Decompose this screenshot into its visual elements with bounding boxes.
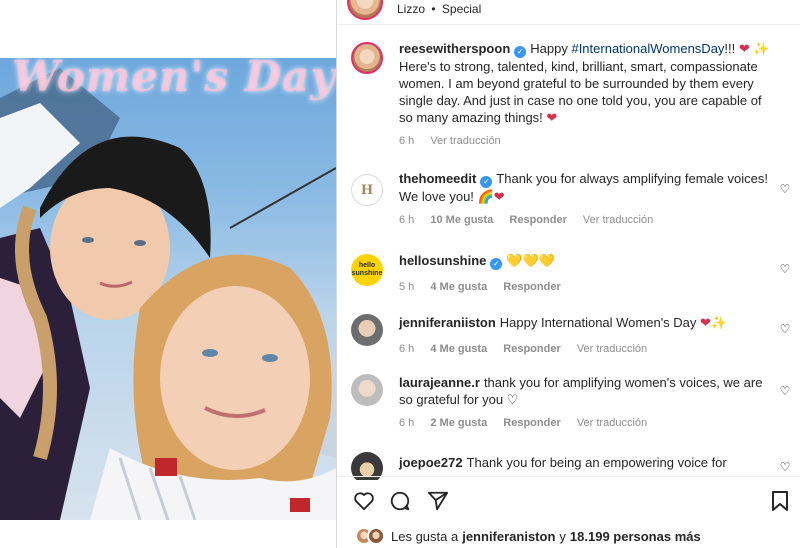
verified-badge-icon: ✓ [514, 46, 527, 58]
post-side-panel: Lizzo • Special reesewitherspoon ✓ Happy #… [337, 0, 800, 548]
audio-label[interactable]: Lizzo • Special [397, 2, 481, 16]
verified-badge-icon: ✓ [490, 258, 503, 270]
verified-badge-icon: ✓ [480, 176, 493, 188]
comment-like-heart-icon[interactable]: ♡ [778, 322, 792, 336]
audio-artist: Lizzo [397, 2, 426, 16]
comment-username[interactable]: jenniferaniiston [399, 315, 496, 330]
comment-time: 5 h [399, 281, 415, 293]
rainbow-heart-emoji-icon: 🌈❤ [477, 190, 505, 205]
author-avatar[interactable] [347, 0, 383, 20]
comment-translate-link[interactable]: Ver traducción [583, 214, 653, 226]
save-bookmark-icon[interactable] [767, 488, 793, 514]
comment-translate-link[interactable]: Ver traducción [577, 343, 647, 355]
comment-likes[interactable]: 2 Me gusta [430, 417, 487, 429]
comment-time: 6 h [399, 417, 415, 429]
caption-body: reesewitherspoon ✓ Happy #InternationalWom… [399, 40, 774, 150]
caption-hashtag[interactable]: #InternationalWomensDay [571, 41, 724, 56]
comment-reply-button[interactable]: Responder [503, 417, 560, 429]
womens-day-overlay-text: Women's Day [12, 52, 336, 101]
comment-reply-button[interactable]: Responder [503, 281, 560, 293]
comment-time: 6 h [399, 214, 415, 226]
comment-likes[interactable]: 10 Me gusta [430, 214, 493, 226]
jenniferaniiston-avatar[interactable] [351, 314, 383, 346]
comment-reply-button[interactable]: Responder [503, 343, 560, 355]
comment-body: jenniferaniiston Happy International Wome… [399, 314, 774, 358]
likes-count[interactable]: 18.199 personas más [570, 529, 701, 544]
audio-separator: • [431, 2, 436, 16]
heart-emoji-icon: ❤ [546, 111, 558, 126]
likes-user[interactable]: jenniferaniston [462, 529, 555, 544]
caption-username[interactable]: reesewitherspoon [399, 41, 510, 56]
comment-body: thehomeedit ✓ Thank you for always amplify… [399, 170, 774, 229]
comment-username[interactable]: joepoe272 [399, 455, 463, 470]
comment-username[interactable]: laurajeanne.r [399, 375, 480, 390]
photo-scene [0, 68, 336, 520]
comment-like-heart-icon[interactable]: ♡ [778, 262, 792, 276]
post-header: Lizzo • Special [337, 0, 800, 20]
caption-text-rest: Here's to strong, talented, kind, brilli… [399, 59, 762, 125]
caption-translate-link[interactable]: Ver traducción [430, 135, 500, 147]
comment-text: Thank you for being an empowering voice … [466, 455, 727, 470]
heart-sparkles-emoji-icon: ❤✨ [700, 316, 728, 331]
comment-likes[interactable]: 4 Me gusta [430, 281, 487, 293]
likes-prefix: Les gusta a [391, 528, 459, 544]
like-heart-icon[interactable] [351, 488, 377, 514]
share-paper-plane-icon[interactable] [425, 488, 451, 514]
comment-meta: 6 h 2 Me gusta Responder Ver traducción [399, 415, 774, 432]
comment-like-heart-icon[interactable]: ♡ [778, 460, 792, 474]
audio-track: Special [441, 2, 482, 16]
comment-text: Happy International Women's Day [499, 315, 701, 330]
comment-meta: 6 h 4 Me gusta Responder Ver traducción [399, 341, 774, 358]
comment-body: joepoe272 Thank you for being an empoweri… [399, 454, 774, 471]
post-photo[interactable] [0, 58, 336, 520]
comment-meta: 6 h 10 Me gusta Responder Ver traducción [399, 212, 774, 229]
yellow-hearts-emoji-icon: 💛💛💛 [506, 254, 555, 269]
likes-middle: y [559, 528, 566, 544]
caption-avatar[interactable] [351, 42, 383, 74]
actions-divider [337, 476, 800, 477]
comment-like-heart-icon[interactable]: ♡ [778, 384, 792, 398]
comment-likes[interactable]: 4 Me gusta [430, 343, 487, 355]
caption-text-before: Happy [530, 41, 572, 56]
laurajeanne-avatar[interactable] [351, 374, 383, 406]
comment-translate-link[interactable]: Ver traducción [577, 417, 647, 429]
comment-bubble-icon[interactable] [387, 488, 413, 514]
comment-body: laurajeanne.r thank you for amplifying wo… [399, 374, 774, 432]
comment-reply-button[interactable]: Responder [509, 214, 566, 226]
thehomeedit-avatar[interactable]: H [351, 174, 383, 206]
post-actions-bar [337, 486, 800, 514]
comment-like-heart-icon[interactable]: ♡ [778, 182, 792, 196]
comment-username[interactable]: hellosunshine [399, 253, 486, 268]
hellosunshine-avatar[interactable]: hello sunshine [351, 254, 383, 286]
post-photo-pane: Women's Day [0, 0, 336, 548]
comment-username[interactable]: thehomeedit [399, 171, 476, 186]
likes-summary[interactable]: Les gusta a jenniferaniston y 18.199 per… [355, 524, 705, 548]
comment-body: hellosunshine ✓ 💛💛💛 5 h 4 Me gusta Respond… [399, 252, 774, 296]
sparkles-emoji-icon: ✨ [753, 42, 770, 57]
comments-list[interactable]: reesewitherspoon ✓ Happy #InternationalWom… [337, 40, 800, 480]
header-divider [337, 24, 800, 25]
comment-time: 6 h [399, 343, 415, 355]
comment-meta: 5 h 4 Me gusta Responder [399, 279, 774, 296]
outline-heart-emoji-icon: ♡ [506, 393, 519, 408]
caption-text-after: !!! [724, 41, 739, 56]
red-heart-emoji-icon: ❤ [738, 42, 750, 57]
caption-meta: 6 h Ver traducción [399, 133, 774, 150]
caption-time: 6 h [399, 135, 415, 147]
liker-avatar [367, 527, 385, 545]
